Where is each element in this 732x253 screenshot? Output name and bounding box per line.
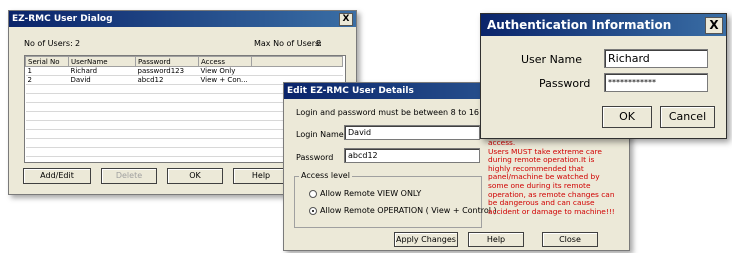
auth-password-label: Password — [539, 77, 591, 90]
no-of-users-label: No of Users: — [24, 39, 73, 48]
user-dialog-titlebar[interactable]: EZ-RMC User Dialog X — [9, 11, 356, 27]
auth-ok-button[interactable]: OK — [602, 106, 652, 128]
column-header[interactable]: UserName — [68, 56, 136, 67]
close-icon[interactable]: X — [705, 17, 723, 34]
auth-dialog-title: Authentication Information — [487, 18, 672, 32]
authentication-dialog: Authentication Information X User Name R… — [480, 13, 727, 139]
max-users-value: 8 — [316, 39, 322, 48]
apply-changes-button[interactable]: Apply Changes — [394, 232, 458, 247]
warning-text: access. Users MUST take extreme care dur… — [488, 138, 615, 216]
details-close-button[interactable]: Close — [542, 232, 598, 247]
user-dialog-title: EZ-RMC User Dialog — [12, 14, 113, 24]
cell-access: View + Con... — [198, 75, 252, 85]
password-field[interactable]: abcd12 — [344, 148, 480, 163]
delete-button[interactable]: Delete — [101, 168, 157, 184]
cell-password: password123 — [135, 66, 199, 76]
cell-serial: 1 — [25, 66, 69, 76]
column-header[interactable]: Access — [198, 56, 252, 67]
login-name-field[interactable]: David — [344, 125, 480, 140]
access-level-group — [294, 176, 482, 228]
details-help-button[interactable]: Help — [468, 232, 524, 247]
access-level-legend: Access level — [299, 171, 352, 180]
cell-username: David — [68, 75, 136, 85]
cell-password: abcd12 — [135, 75, 199, 85]
auth-dialog-titlebar[interactable]: Authentication Information X — [481, 14, 726, 36]
view-only-label[interactable]: Allow Remote VIEW ONLY — [320, 189, 421, 198]
auth-user-name-field[interactable]: Richard — [604, 49, 708, 68]
no-of-users-value: 2 — [75, 39, 81, 48]
view-only-radio[interactable] — [309, 190, 317, 198]
column-header[interactable]: Serial No — [25, 56, 69, 67]
close-icon[interactable]: X — [339, 13, 353, 26]
details-dialog-title: Edit EZ-RMC User Details — [287, 86, 414, 96]
column-header[interactable]: Password — [135, 56, 199, 67]
operation-radio[interactable] — [309, 207, 317, 215]
cell-access: View Only — [198, 66, 252, 76]
help-button[interactable]: Help — [233, 168, 289, 184]
table-row[interactable]: 1 Richard password123 View Only — [25, 66, 343, 76]
table-header: Serial No UserName Password Access — [25, 56, 343, 67]
cell-username: Richard — [68, 66, 136, 76]
ok-button[interactable]: OK — [167, 168, 223, 184]
cell-serial: 2 — [25, 75, 69, 85]
column-header — [251, 56, 343, 67]
auth-user-name-label: User Name — [521, 53, 583, 66]
password-label: Password — [296, 153, 334, 162]
auth-password-field[interactable]: ************ — [604, 73, 708, 92]
login-name-label: Login Name — [296, 130, 344, 139]
operation-label[interactable]: Allow Remote OPERATION ( View + Control … — [320, 206, 497, 215]
add-edit-button[interactable]: Add/Edit — [23, 168, 91, 184]
max-users-label: Max No of Users: — [254, 39, 322, 48]
auth-cancel-button[interactable]: Cancel — [660, 106, 715, 128]
